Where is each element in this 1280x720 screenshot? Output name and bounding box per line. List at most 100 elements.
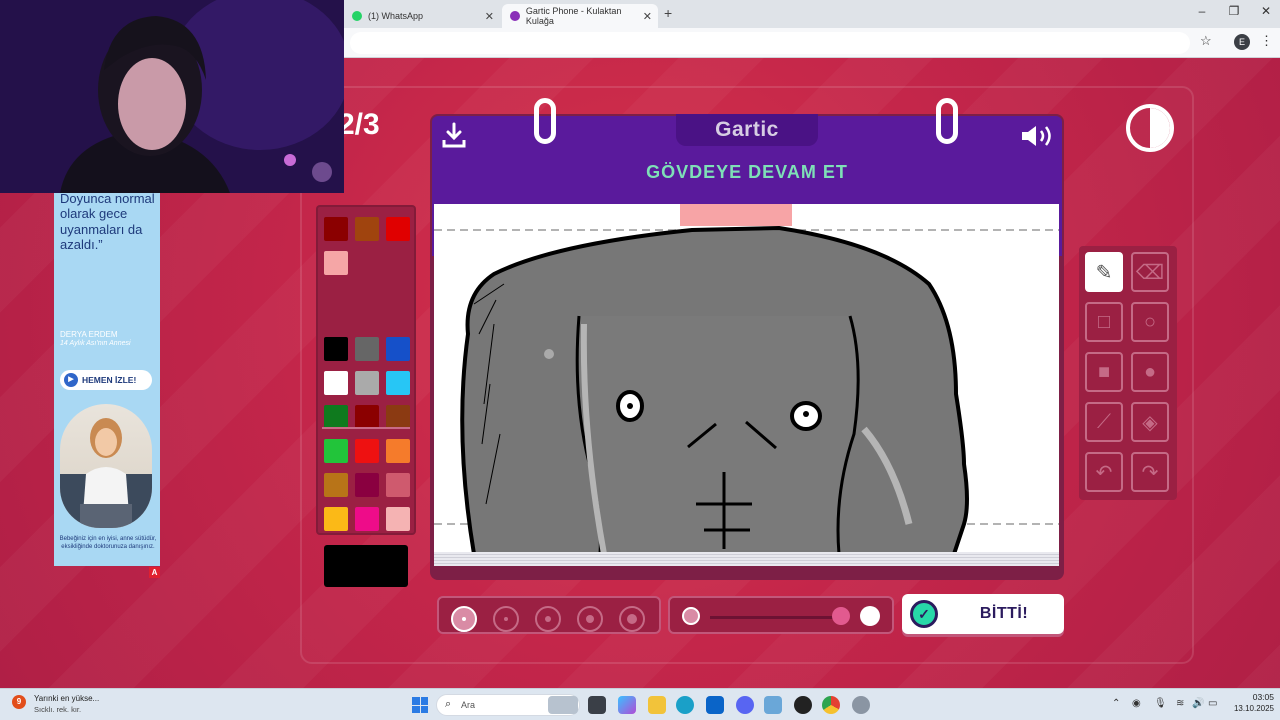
task-view-icon[interactable] <box>588 696 606 714</box>
color-swatch[interactable] <box>386 507 410 531</box>
obs-icon[interactable] <box>794 696 812 714</box>
color-swatch[interactable] <box>386 337 410 361</box>
color-swatch[interactable] <box>386 439 410 463</box>
brush-size-option[interactable] <box>619 606 645 632</box>
minimize-icon[interactable]: – <box>1192 4 1212 18</box>
redo-icon[interactable]: ↷ <box>1131 452 1169 492</box>
edge-icon[interactable] <box>676 696 694 714</box>
opacity-slider[interactable] <box>668 596 894 634</box>
fill-bucket-icon[interactable]: ◈ <box>1131 402 1169 442</box>
color-swatch[interactable] <box>386 473 410 497</box>
color-swatch[interactable] <box>324 507 348 531</box>
line-icon[interactable]: ⟋ <box>1085 402 1123 442</box>
round-counter: 2/3 <box>338 108 380 141</box>
drawing-prompt: GÖVDEYE DEVAM ET <box>646 162 848 182</box>
new-tab-plus-icon[interactable]: + <box>664 5 672 21</box>
ad-author: DERYA ERDEM <box>60 330 118 339</box>
brush-size-option[interactable] <box>493 606 519 632</box>
search-placeholder: Ara <box>461 700 476 710</box>
undo-icon[interactable]: ↶ <box>1085 452 1123 492</box>
color-swatch[interactable] <box>324 439 348 463</box>
windows-taskbar: 9 Yarınki en yükse... Sıcklı. rek. kır. … <box>0 688 1280 720</box>
profile-avatar[interactable]: E <box>1234 34 1250 50</box>
eraser-icon[interactable]: ⌫ <box>1131 252 1169 292</box>
windows-start-icon[interactable] <box>412 697 428 713</box>
color-swatch[interactable] <box>355 473 379 497</box>
color-swatch[interactable] <box>324 371 348 395</box>
color-swatch[interactable] <box>324 473 348 497</box>
slider-track[interactable] <box>710 616 844 619</box>
color-swatch[interactable] <box>324 217 348 241</box>
check-icon: ✓ <box>910 600 938 628</box>
color-swatch[interactable] <box>324 405 348 429</box>
color-swatch[interactable] <box>355 337 379 361</box>
weather-title: Yarınki en yükse... <box>34 694 100 703</box>
color-swatch[interactable] <box>324 251 348 275</box>
binder-ring-right <box>936 98 958 144</box>
color-swatch[interactable] <box>386 371 410 395</box>
brush-size-option[interactable] <box>535 606 561 632</box>
outlook-icon[interactable] <box>706 696 724 714</box>
ad-button-label: HEMEN İZLE! <box>82 375 137 385</box>
copilot-icon[interactable] <box>618 696 636 714</box>
color-swatch[interactable] <box>355 507 379 531</box>
square-filled-icon[interactable]: ■ <box>1085 352 1123 392</box>
wifi-icon[interactable]: ≋ <box>1176 698 1184 709</box>
drawing-canvas[interactable] <box>434 204 1059 554</box>
opacity-low-icon <box>682 607 700 625</box>
ad-choices-badge[interactable]: A <box>149 567 160 578</box>
search-icon: ⌕ <box>445 698 452 710</box>
circle-outline-icon[interactable]: ○ <box>1131 302 1169 342</box>
color-swatch[interactable] <box>355 371 379 395</box>
circle-filled-icon[interactable]: ● <box>1131 352 1169 392</box>
color-swatch[interactable] <box>355 439 379 463</box>
ad-watch-button[interactable]: ▶ HEMEN İZLE! <box>60 370 152 390</box>
clock-date[interactable]: 13.10.2025 <box>1226 704 1274 713</box>
brush-size-option[interactable] <box>451 606 477 632</box>
discord-icon[interactable] <box>736 696 754 714</box>
color-swatch[interactable] <box>386 405 410 429</box>
url-field[interactable] <box>350 32 1190 54</box>
volume-icon[interactable]: 🔊 <box>1192 698 1204 709</box>
color-swatch[interactable] <box>355 405 379 429</box>
color-swatch[interactable] <box>324 337 348 361</box>
done-button-label: BİTTİ! <box>979 605 1029 622</box>
download-icon[interactable] <box>442 122 466 148</box>
theme-toggle-icon[interactable] <box>1126 104 1174 152</box>
clock-time[interactable]: 03:05 <box>1238 692 1274 702</box>
file-explorer-icon[interactable] <box>648 696 666 714</box>
color-swatch[interactable] <box>386 217 410 241</box>
square-outline-icon[interactable]: □ <box>1085 302 1123 342</box>
brush-size-option[interactable] <box>577 606 603 632</box>
chevron-up-icon[interactable]: ⌃ <box>1112 698 1120 709</box>
brush-size-selector <box>437 596 661 634</box>
gartic-phone-icon <box>510 11 520 21</box>
microphone-icon[interactable]: 🎙 <box>1154 698 1167 709</box>
settings-gear-icon[interactable] <box>852 696 870 714</box>
advertisement[interactable]: “Mal'ın keyifle devam sütünü içiyordu. D… <box>54 144 160 566</box>
search-highlights-icon[interactable] <box>548 696 578 714</box>
color-swatch[interactable] <box>355 217 379 241</box>
menu-kebab-icon[interactable]: ⋮ <box>1260 33 1273 49</box>
tab-whatsapp[interactable]: (1) WhatsApp ✕ <box>344 4 500 28</box>
ad-footnote: Bebeğiniz için en iyisi, anne sütüdür, e… <box>59 536 157 550</box>
network-alert-icon[interactable]: ◉ <box>1132 698 1141 709</box>
webcam-overlay <box>0 0 344 193</box>
play-icon: ▶ <box>64 373 78 387</box>
close-icon[interactable]: ✕ <box>485 10 494 23</box>
palette-divider <box>322 427 410 429</box>
window-close-icon[interactable]: ✕ <box>1256 4 1276 18</box>
restore-icon[interactable]: ❐ <box>1224 4 1244 18</box>
done-button[interactable]: ✓ BİTTİ! <box>902 594 1064 634</box>
battery-icon[interactable]: ▭ <box>1208 698 1217 709</box>
chrome-icon[interactable] <box>822 696 840 714</box>
close-icon[interactable]: ✕ <box>643 10 652 23</box>
tab-gartic[interactable]: Gartic Phone - Kulaktan Kulağa ✕ <box>502 4 658 28</box>
pencil-icon[interactable]: ✎ <box>1085 252 1123 292</box>
bookmark-star-icon[interactable]: ☆ <box>1200 33 1212 49</box>
slider-handle[interactable] <box>832 607 850 625</box>
app-icon[interactable] <box>764 696 782 714</box>
notebook-pages <box>434 552 1059 566</box>
weather-subtitle: Sıcklı. rek. kır. <box>34 705 82 714</box>
speaker-icon[interactable] <box>1020 124 1054 148</box>
